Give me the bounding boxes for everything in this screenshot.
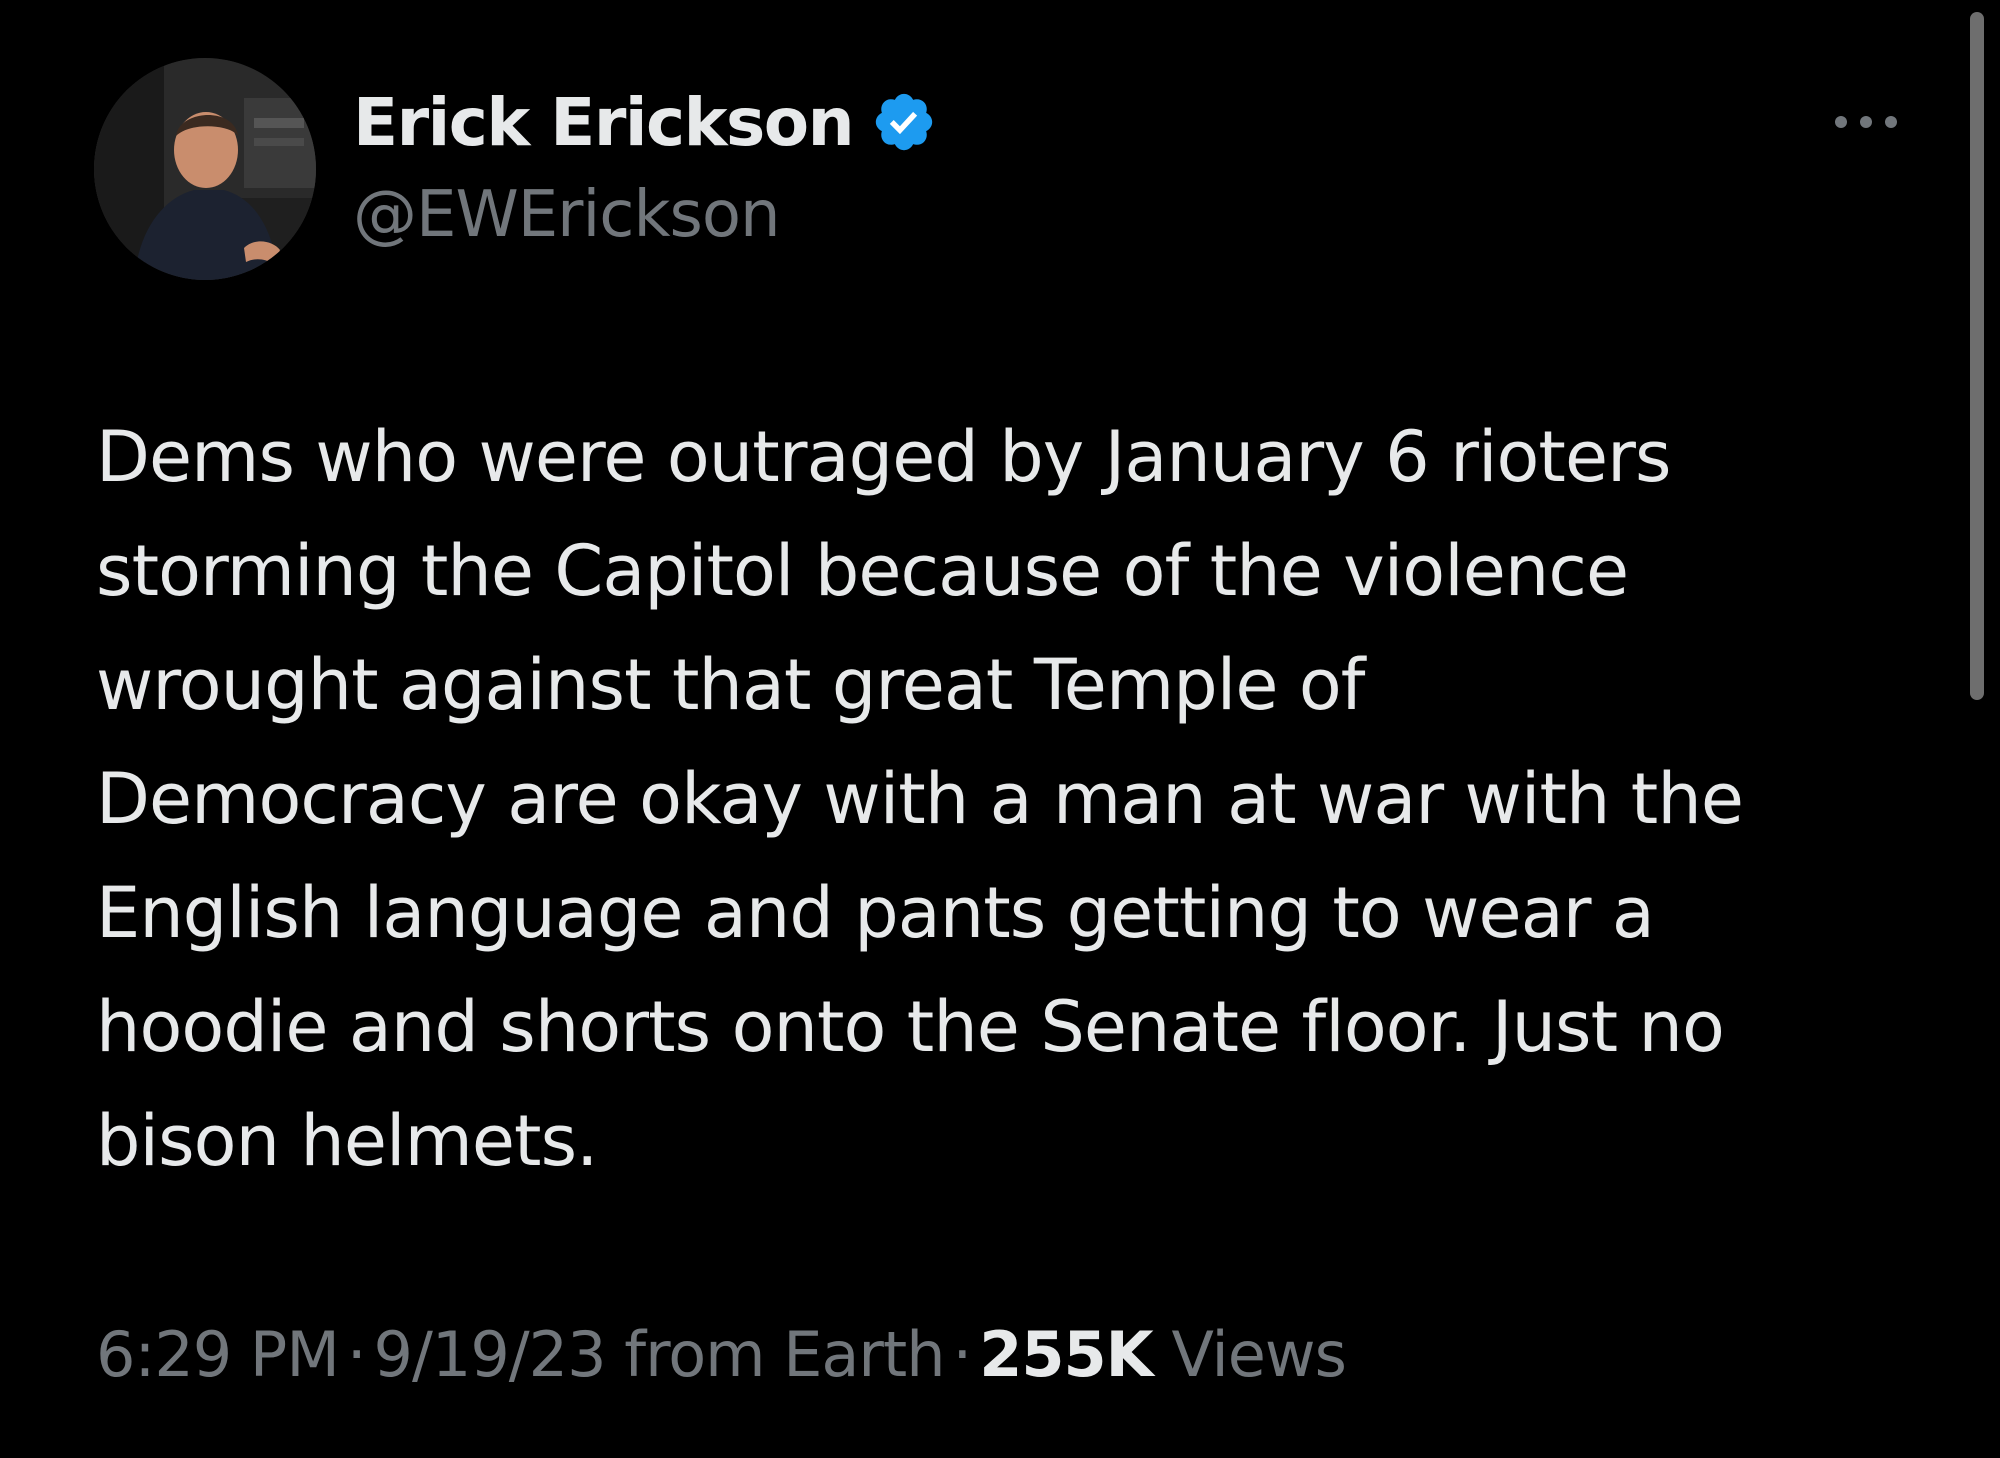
avatar[interactable]	[94, 58, 316, 280]
more-options-button[interactable]	[1826, 100, 1906, 144]
avatar-photo	[94, 58, 316, 280]
meta-separator: ·	[346, 1318, 367, 1391]
tweet-text-line: Dems who were outraged by January 6 riot…	[96, 416, 1671, 498]
tweet-time-link[interactable]: 6:29 PM	[96, 1318, 340, 1391]
tweet-text-line: English language and pants getting to we…	[96, 872, 1655, 954]
tweet-text-line: storming the Capitol because of the viol…	[96, 530, 1629, 612]
author-name-row[interactable]: Erick Erickson	[353, 82, 937, 162]
views-count[interactable]: 255K	[979, 1318, 1153, 1391]
meta-separator: ·	[952, 1318, 973, 1391]
tweet-text-line: wrought against that great Temple of	[96, 644, 1365, 726]
scrollbar-thumb[interactable]	[1970, 12, 1984, 700]
more-horizontal-icon	[1835, 116, 1897, 128]
tweet-date-source[interactable]: 9/19/23 from Earth	[374, 1318, 946, 1391]
views-label[interactable]: Views	[1171, 1318, 1346, 1391]
tweet-text-line: hoodie and shorts onto the Senate floor.…	[96, 986, 1725, 1068]
tweet-detail: Erick Erickson @EWErickson Dems who were…	[0, 0, 2000, 1458]
author-handle[interactable]: @EWErickson	[353, 178, 781, 252]
tweet-metadata: 6:29 PM · 9/19/23 from Earth · 255K Views	[96, 1318, 1347, 1391]
tweet-text-line: Democracy are okay with a man at war wit…	[96, 758, 1744, 840]
tweet-text: Dems who were outraged by January 6 riot…	[96, 400, 1956, 1198]
tweet-text-line: bison helmets.	[96, 1100, 598, 1182]
author-display-name[interactable]: Erick Erickson	[353, 84, 855, 161]
verified-badge-icon[interactable]	[871, 89, 937, 155]
